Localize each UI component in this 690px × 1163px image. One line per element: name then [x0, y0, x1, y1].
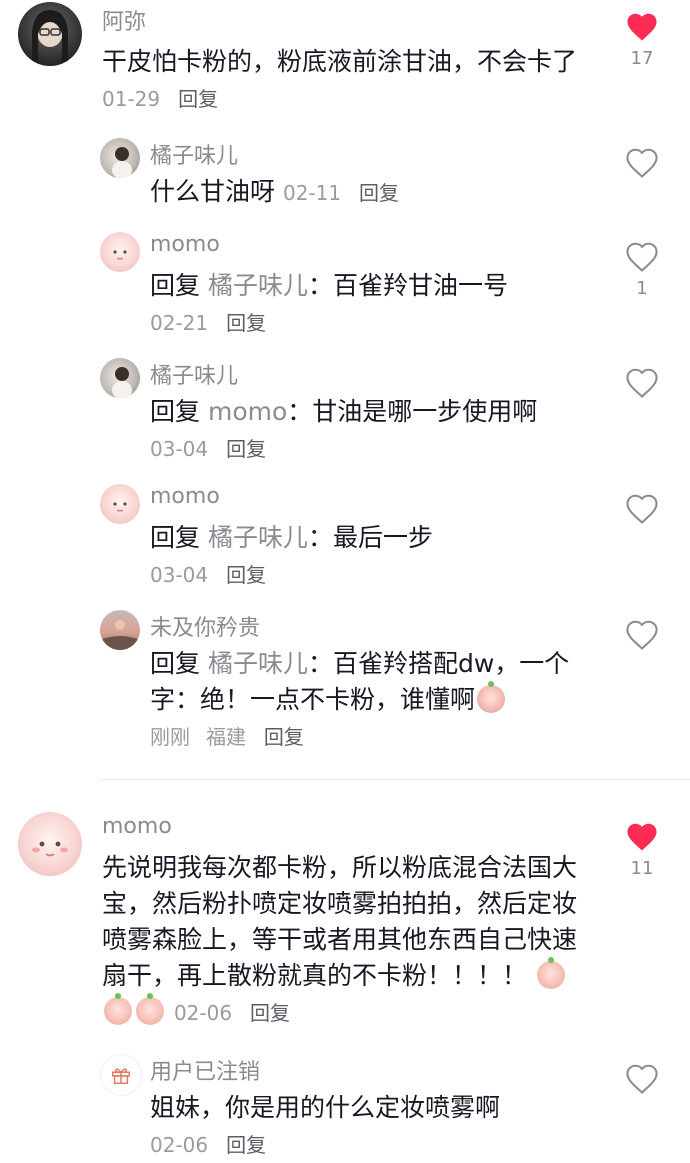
- reply-location: 福建: [205, 725, 246, 749]
- reply-body: 姐妹，你是用的什么定妆喷雾啊: [150, 1093, 501, 1122]
- reply-username[interactable]: momo: [150, 232, 220, 257]
- comment-date: 02-06: [173, 1001, 233, 1025]
- reply-username[interactable]: 橘子味儿: [150, 358, 238, 390]
- comment-username[interactable]: 阿弥: [102, 4, 146, 36]
- avatar-person-icon: [112, 147, 132, 178]
- comment-username[interactable]: momo: [102, 814, 172, 839]
- reply-target-user[interactable]: 橘子味儿: [208, 271, 308, 300]
- reply-body: ：甘油是哪一步使用啊: [287, 397, 538, 426]
- like-button[interactable]: [622, 146, 662, 178]
- reply-target-user[interactable]: 橘子味儿: [208, 523, 308, 552]
- reply-username[interactable]: 未及你矜贵: [150, 610, 260, 642]
- heart-icon: [626, 494, 658, 524]
- heart-icon: [626, 242, 658, 272]
- reply-prefix: 回复: [150, 397, 201, 426]
- reply-text: 什么甘油呀 02-11 回复: [150, 174, 590, 211]
- reply-button[interactable]: 回复: [226, 563, 266, 587]
- reply-date: 03-04: [150, 563, 209, 587]
- heart-icon: [626, 148, 658, 178]
- peach-emoji-icon: [136, 993, 164, 1025]
- heart-filled-icon: [627, 13, 657, 41]
- reply-text: 姐妹，你是用的什么定妆喷雾啊 02-06 回复: [150, 1090, 590, 1163]
- reply-text: 回复 橘子味儿：最后一步 03-04 回复: [150, 520, 590, 593]
- reply-date: 02-06: [150, 1133, 209, 1157]
- avatar[interactable]: [100, 138, 140, 178]
- reply-text: 回复 橘子味儿：百雀羚甘油一号 02-21 回复: [150, 268, 590, 341]
- avatar[interactable]: [18, 812, 82, 876]
- heart-filled-icon: [627, 823, 657, 851]
- avatar-cartoon-icon: [113, 250, 127, 260]
- comment-body: 干皮怕卡粉的，粉底液前涂甘油，不会卡了: [102, 47, 578, 76]
- reply-date: 02-11: [282, 181, 342, 205]
- reply-button[interactable]: 回复: [226, 437, 266, 461]
- peach-emoji-icon: [104, 993, 132, 1025]
- heart-icon: [626, 368, 658, 398]
- like-button[interactable]: [622, 366, 662, 398]
- reply-button[interactable]: 回复: [264, 725, 304, 749]
- avatar-cartoon-icon: [113, 502, 127, 512]
- reply-username[interactable]: 用户已注销: [150, 1054, 260, 1086]
- reply-prefix: 回复: [150, 271, 201, 300]
- like-count: 17: [630, 48, 654, 69]
- reply-username[interactable]: momo: [150, 484, 220, 509]
- like-button[interactable]: [622, 618, 662, 650]
- reply-button[interactable]: 回复: [226, 1133, 266, 1157]
- avatar[interactable]: [100, 358, 140, 398]
- reply-username[interactable]: 橘子味儿: [150, 138, 238, 170]
- avatar-landscape-icon: [100, 620, 140, 650]
- peach-emoji-icon: [477, 681, 506, 713]
- reply-button[interactable]: 回复: [226, 311, 266, 335]
- comment-body: 先说明我每次都卡粉，所以粉底混合法国大宝，然后粉扑喷定妆喷雾拍拍拍，然后定妆喷雾…: [102, 853, 578, 990]
- reply-text: 回复 momo：甘油是哪一步使用啊 03-04 回复: [150, 394, 590, 467]
- comment-date: 01-29: [102, 87, 161, 111]
- avatar-cartoon-icon: [32, 841, 68, 857]
- reply-date: 02-21: [150, 311, 209, 335]
- avatar[interactable]: [100, 610, 140, 650]
- divider: [100, 779, 690, 780]
- reply-prefix: 回复: [150, 649, 201, 678]
- avatar-person-icon: [112, 367, 132, 398]
- reply-date: 03-04: [150, 437, 209, 461]
- like-button[interactable]: 1: [622, 240, 662, 299]
- like-button[interactable]: 11: [622, 820, 662, 879]
- like-button[interactable]: [622, 1062, 662, 1094]
- reply-body: ：百雀羚甘油一号: [307, 271, 508, 300]
- avatar[interactable]: [18, 2, 82, 66]
- like-button[interactable]: 17: [622, 10, 662, 69]
- peach-emoji-icon: [536, 957, 565, 989]
- reply-button[interactable]: 回复: [178, 87, 218, 111]
- comment-text: 干皮怕卡粉的，粉底液前涂甘油，不会卡了 01-29 回复: [102, 44, 582, 117]
- reply-button[interactable]: 回复: [359, 181, 399, 205]
- avatar-person-icon: [32, 10, 68, 62]
- avatar[interactable]: [100, 1054, 142, 1096]
- reply-target-user[interactable]: 橘子味儿: [208, 649, 308, 678]
- reply-body: ：最后一步: [307, 523, 433, 552]
- like-count: 1: [636, 278, 648, 299]
- gift-icon: [112, 1068, 130, 1084]
- avatar[interactable]: [100, 484, 140, 524]
- reply-prefix: 回复: [150, 523, 201, 552]
- reply-body: 什么甘油呀: [150, 177, 276, 206]
- heart-icon: [626, 1064, 658, 1094]
- like-count: 11: [630, 858, 654, 879]
- reply-target-user[interactable]: momo: [208, 397, 287, 426]
- heart-icon: [626, 620, 658, 650]
- reply-date: 刚刚: [150, 725, 190, 749]
- reply-text: 回复 橘子味儿：百雀羚搭配dw，一个字：绝！一点不卡粉，谁懂啊 刚刚 福建 回复: [150, 646, 590, 755]
- comment-text: 先说明我每次都卡粉，所以粉底混合法国大宝，然后粉扑喷定妆喷雾拍拍拍，然后定妆喷雾…: [102, 850, 577, 1031]
- like-button[interactable]: [622, 492, 662, 524]
- avatar[interactable]: [100, 232, 140, 272]
- reply-button[interactable]: 回复: [250, 1001, 290, 1025]
